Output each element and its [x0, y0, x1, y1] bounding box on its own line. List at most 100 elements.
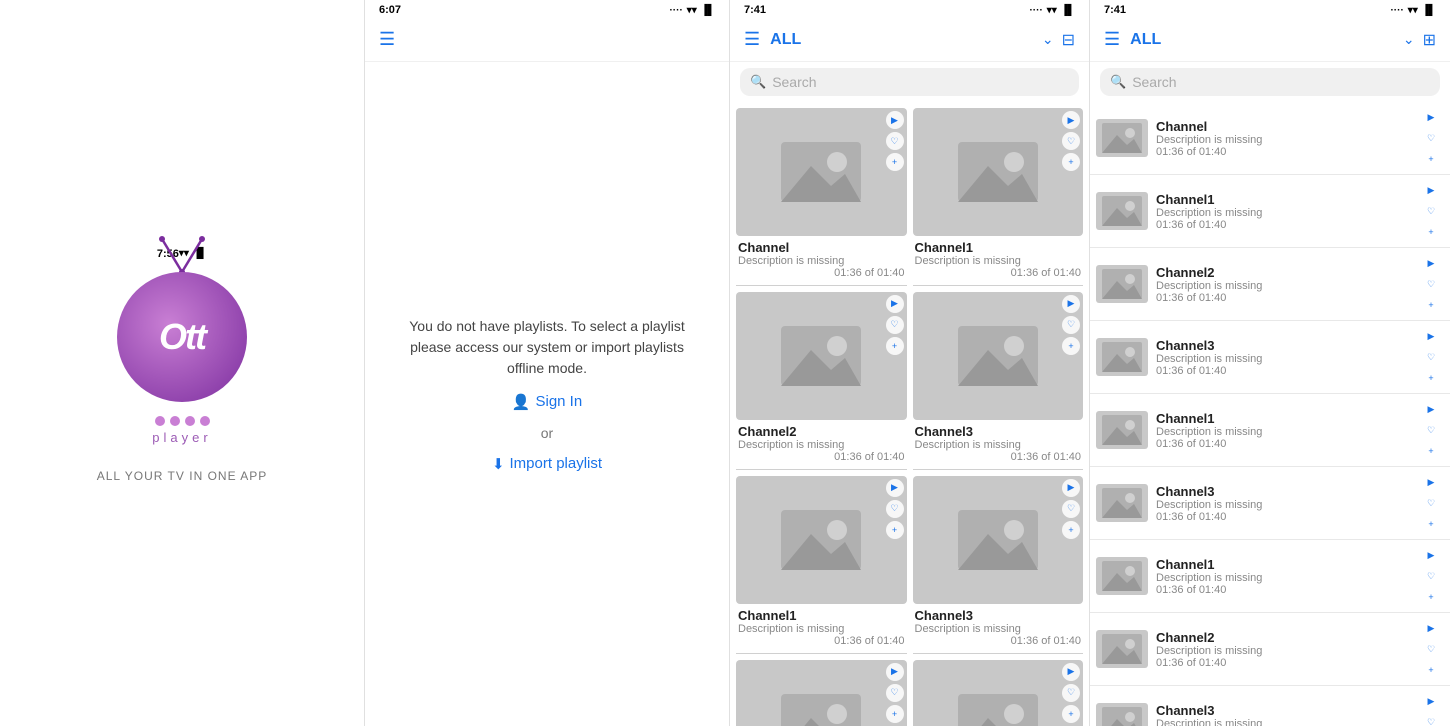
list-play-btn[interactable]: ▶ [1422, 181, 1440, 199]
play-btn[interactable]: ▶ [886, 111, 904, 129]
card-info: Channel1 Description is missing 01:36 of… [736, 604, 907, 647]
card-thumb [736, 660, 907, 726]
battery-icon-grid: ▐▌ [1061, 5, 1075, 16]
sign-in-link[interactable]: 👤 Sign In [512, 393, 582, 411]
list-play-btn[interactable]: ▶ [1422, 473, 1440, 491]
list-heart-btn[interactable]: ♡ [1422, 275, 1440, 293]
list-channel-desc: Description is missing [1156, 645, 1414, 657]
heart-btn[interactable]: ♡ [886, 132, 904, 150]
more-btn[interactable]: + [886, 153, 904, 171]
list-play-btn[interactable]: ▶ [1422, 254, 1440, 272]
panel-welcome: 7:56 ▾▾ ▐▌ Ott player ALL Y [0, 0, 365, 726]
card-thumb-wrap: ▶ ♡ + [913, 292, 1084, 420]
list-channel-item[interactable]: Channel Description is missing 01:36 of … [1090, 102, 1450, 175]
list-play-btn[interactable]: ▶ [1422, 108, 1440, 126]
list-play-btn[interactable]: ▶ [1422, 619, 1440, 637]
chevron-down-list[interactable]: ⌄ [1403, 31, 1415, 48]
logo-circle: Ott [117, 272, 247, 402]
list-channel-desc: Description is missing [1156, 499, 1414, 511]
heart-btn[interactable]: ♡ [886, 684, 904, 702]
grid-channel-card[interactable]: ▶ ♡ + Channel1 Description is missing 01… [913, 108, 1084, 286]
list-more-btn[interactable]: + [1422, 588, 1440, 606]
list-heart-btn[interactable]: ♡ [1422, 202, 1440, 220]
list-more-btn[interactable]: + [1422, 223, 1440, 241]
list-heart-btn[interactable]: ♡ [1422, 640, 1440, 658]
more-btn[interactable]: + [1062, 521, 1080, 539]
hamburger-menu-playlist[interactable]: ☰ [379, 29, 395, 50]
hamburger-menu-grid[interactable]: ☰ [744, 29, 760, 50]
card-time: 01:36 of 01:40 [915, 635, 1082, 647]
grid-channel-card[interactable]: ▶ ♡ + Channel3 Description is missing 01… [913, 292, 1084, 470]
play-btn[interactable]: ▶ [1062, 295, 1080, 313]
hamburger-menu-list[interactable]: ☰ [1104, 29, 1120, 50]
card-desc: Description is missing [915, 623, 1082, 635]
list-channel-item[interactable]: Channel2 Description is missing 01:36 of… [1090, 613, 1450, 686]
list-channel-item[interactable]: Channel3 Description is missing 01:36 of… [1090, 686, 1450, 726]
more-btn[interactable]: + [1062, 153, 1080, 171]
card-desc: Description is missing [738, 255, 905, 267]
play-btn[interactable]: ▶ [1062, 663, 1080, 681]
play-btn[interactable]: ▶ [886, 663, 904, 681]
list-play-btn[interactable]: ▶ [1422, 400, 1440, 418]
list-more-btn[interactable]: + [1422, 150, 1440, 168]
grid-channel-card[interactable]: ▶ ♡ + Channel1 Description is missing 01… [736, 476, 907, 654]
grid-view-icon-list[interactable]: ⊞ [1423, 30, 1436, 50]
grid-header-title: ALL [770, 31, 801, 49]
list-channel-item[interactable]: Channel1 Description is missing 01:36 of… [1090, 540, 1450, 613]
list-channel-item[interactable]: Channel3 Description is missing 01:36 of… [1090, 467, 1450, 540]
list-view-icon-grid[interactable]: ⊟ [1062, 30, 1075, 50]
import-playlist-link[interactable]: ⬇ Import playlist [492, 455, 602, 473]
list-heart-btn[interactable]: ♡ [1422, 567, 1440, 585]
more-btn[interactable]: + [886, 521, 904, 539]
list-channel-item[interactable]: Channel1 Description is missing 01:36 of… [1090, 394, 1450, 467]
grid-channel-card[interactable]: ▶ ♡ + Channel Description is missing 01:… [736, 108, 907, 286]
heart-btn[interactable]: ♡ [1062, 684, 1080, 702]
list-heart-btn[interactable]: ♡ [1422, 494, 1440, 512]
list-channel-item[interactable]: Channel1 Description is missing 01:36 of… [1090, 175, 1450, 248]
card-thumb [913, 476, 1084, 604]
list-more-btn[interactable]: + [1422, 661, 1440, 679]
card-title: Channel1 [915, 240, 1082, 255]
card-thumb [913, 660, 1084, 726]
heart-btn[interactable]: ♡ [1062, 500, 1080, 518]
play-btn[interactable]: ▶ [1062, 111, 1080, 129]
more-btn[interactable]: + [886, 337, 904, 355]
list-actions: ▶ ♡ + [1422, 254, 1440, 314]
search-bar-list[interactable]: 🔍 Search [1100, 68, 1440, 96]
list-play-btn[interactable]: ▶ [1422, 327, 1440, 345]
list-more-btn[interactable]: + [1422, 369, 1440, 387]
list-channel-time: 01:36 of 01:40 [1156, 292, 1414, 304]
list-channel-item[interactable]: Channel2 Description is missing 01:36 of… [1090, 248, 1450, 321]
more-btn[interactable]: + [886, 705, 904, 723]
heart-btn[interactable]: ♡ [886, 500, 904, 518]
list-more-btn[interactable]: + [1422, 442, 1440, 460]
chevron-down-grid[interactable]: ⌄ [1042, 31, 1054, 48]
play-btn[interactable]: ▶ [886, 295, 904, 313]
search-bar-grid[interactable]: 🔍 Search [740, 68, 1079, 96]
list-more-btn[interactable]: + [1422, 515, 1440, 533]
list-channel-item[interactable]: Channel3 Description is missing 01:36 of… [1090, 321, 1450, 394]
play-btn[interactable]: ▶ [886, 479, 904, 497]
status-time-list: 7:41 [1104, 4, 1126, 16]
thumbnail-icon [1102, 634, 1142, 664]
heart-btn[interactable]: ♡ [1062, 316, 1080, 334]
grid-channel-card[interactable]: ▶ ♡ + Channel3 Description is missing 01… [913, 476, 1084, 654]
list-heart-btn[interactable]: ♡ [1422, 713, 1440, 726]
list-play-btn[interactable]: ▶ [1422, 692, 1440, 710]
list-heart-btn[interactable]: ♡ [1422, 129, 1440, 147]
grid-channel-card[interactable]: ▶ ♡ + Channel2 Description is missing 01… [736, 292, 907, 470]
list-channel-desc: Description is missing [1156, 426, 1414, 438]
list-more-btn[interactable]: + [1422, 296, 1440, 314]
more-btn[interactable]: + [1062, 337, 1080, 355]
list-heart-btn[interactable]: ♡ [1422, 421, 1440, 439]
grid-channel-card[interactable]: ▶ ♡ + Channel2 Description is missing 01… [736, 660, 907, 726]
heart-btn[interactable]: ♡ [886, 316, 904, 334]
list-play-btn[interactable]: ▶ [1422, 546, 1440, 564]
heart-btn[interactable]: ♡ [1062, 132, 1080, 150]
sign-in-label: Sign In [535, 393, 582, 410]
grid-channel-card[interactable]: ▶ ♡ + Channel3 Description is missing 01… [913, 660, 1084, 726]
more-btn[interactable]: + [1062, 705, 1080, 723]
play-btn[interactable]: ▶ [1062, 479, 1080, 497]
list-heart-btn[interactable]: ♡ [1422, 348, 1440, 366]
status-bar-playlist: 6:07 ···· ▾▾ ▐▌ [365, 0, 729, 18]
